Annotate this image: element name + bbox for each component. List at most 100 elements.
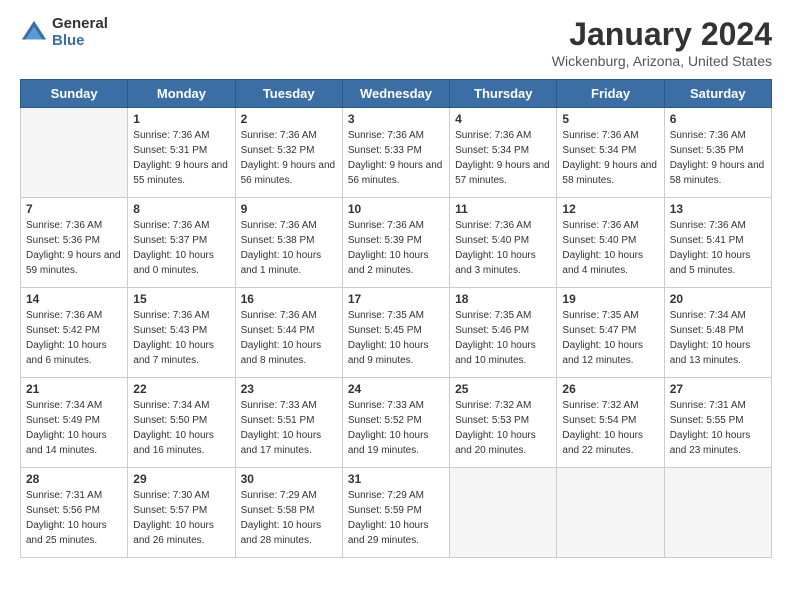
day-number: 12 — [562, 202, 658, 216]
daylight-label: Daylight: 10 hours and 14 minutes. — [26, 430, 107, 456]
day-info: Sunrise: 7:35 AMSunset: 5:47 PMDaylight:… — [562, 308, 658, 368]
calendar-cell: 15Sunrise: 7:36 AMSunset: 5:43 PMDayligh… — [128, 288, 235, 378]
col-sunday: Sunday — [21, 80, 128, 108]
sunset-label: Sunset: 5:32 PM — [241, 145, 315, 156]
day-number: 11 — [455, 202, 551, 216]
sunset-label: Sunset: 5:34 PM — [455, 145, 529, 156]
day-number: 16 — [241, 292, 337, 306]
calendar-cell: 1Sunrise: 7:36 AMSunset: 5:31 PMDaylight… — [128, 108, 235, 198]
sunrise-label: Sunrise: 7:31 AM — [26, 490, 102, 501]
sunset-label: Sunset: 5:47 PM — [562, 325, 636, 336]
sunrise-label: Sunrise: 7:31 AM — [670, 400, 746, 411]
sunset-label: Sunset: 5:55 PM — [670, 415, 744, 426]
calendar-cell — [557, 468, 664, 558]
sunset-label: Sunset: 5:39 PM — [348, 235, 422, 246]
day-number: 10 — [348, 202, 444, 216]
calendar-cell: 27Sunrise: 7:31 AMSunset: 5:55 PMDayligh… — [664, 378, 771, 468]
col-friday: Friday — [557, 80, 664, 108]
day-info: Sunrise: 7:29 AMSunset: 5:59 PMDaylight:… — [348, 488, 444, 548]
sunrise-label: Sunrise: 7:34 AM — [133, 400, 209, 411]
sunrise-label: Sunrise: 7:36 AM — [348, 220, 424, 231]
calendar-cell: 30 Sunrise: 7:29 AMSunset: 5:58 PMDayligh… — [235, 468, 342, 558]
day-number: 28 — [26, 472, 122, 486]
day-number: 30 — [241, 472, 337, 486]
day-info: Sunrise: 7:32 AMSunset: 5:53 PMDaylight:… — [455, 398, 551, 458]
day-number: 13 — [670, 202, 766, 216]
sunset-label: Sunset: 5:48 PM — [670, 325, 744, 336]
daylight-label: Daylight: 10 hours and 6 minutes. — [26, 340, 107, 366]
daylight-label: Daylight: 10 hours and 8 minutes. — [241, 340, 322, 366]
day-info: Sunrise: 7:35 AMSunset: 5:46 PMDaylight:… — [455, 308, 551, 368]
sunrise-label: Sunrise: 7:34 AM — [670, 310, 746, 321]
sunset-label: Sunset: 5:33 PM — [348, 145, 422, 156]
sunset-label: Sunset: 5:35 PM — [670, 145, 744, 156]
daylight-label: Daylight: 9 hours and 57 minutes. — [455, 160, 550, 186]
day-info: Sunrise: 7:36 AMSunset: 5:40 PMDaylight:… — [455, 218, 551, 278]
sunrise-label: Sunrise: 7:36 AM — [455, 130, 531, 141]
sunrise-label: Sunrise: 7:36 AM — [241, 310, 317, 321]
day-info: Sunrise: 7:36 AMSunset: 5:43 PMDaylight:… — [133, 308, 229, 368]
daylight-label: Daylight: 10 hours and 5 minutes. — [670, 250, 751, 276]
sunset-label: Sunset: 5:37 PM — [133, 235, 207, 246]
day-number: 23 — [241, 382, 337, 396]
daylight-label: Daylight: 10 hours and 1 minute. — [241, 250, 322, 276]
day-info: Sunrise: 7:35 AMSunset: 5:45 PMDaylight:… — [348, 308, 444, 368]
calendar-cell — [450, 468, 557, 558]
calendar-cell: 24Sunrise: 7:33 AMSunset: 5:52 PMDayligh… — [342, 378, 449, 468]
day-info: Sunrise: 7:36 AMSunset: 5:32 PMDaylight:… — [241, 128, 337, 188]
calendar-cell: 2Sunrise: 7:36 AMSunset: 5:32 PMDaylight… — [235, 108, 342, 198]
sunrise-label: Sunrise: 7:33 AM — [241, 400, 317, 411]
calendar-cell: 22Sunrise: 7:34 AMSunset: 5:50 PMDayligh… — [128, 378, 235, 468]
week-row-1: 7Sunrise: 7:36 AMSunset: 5:36 PMDaylight… — [21, 198, 772, 288]
sunset-label: Sunset: 5:50 PM — [133, 415, 207, 426]
week-row-4: 28 Sunrise: 7:31 AM Sunset: 5:56 PM Dayligh… — [21, 468, 772, 558]
daylight-label: Daylight: 10 hours and 2 minutes. — [348, 250, 429, 276]
sunset-label: Sunset: 5:56 PM — [26, 505, 100, 516]
daylight-label: Daylight: 9 hours and 56 minutes. — [348, 160, 443, 186]
day-info: Sunrise: 7:36 AMSunset: 5:35 PMDaylight:… — [670, 128, 766, 188]
sunrise-label: Sunrise: 7:36 AM — [455, 220, 531, 231]
sunrise-label: Sunrise: 7:34 AM — [26, 400, 102, 411]
day-number: 9 — [241, 202, 337, 216]
logo-text: General Blue — [52, 16, 108, 49]
sunrise-label: Sunrise: 7:35 AM — [455, 310, 531, 321]
logo: General Blue — [20, 16, 108, 49]
sunset-label: Sunset: 5:31 PM — [133, 145, 207, 156]
calendar-cell: 25Sunrise: 7:32 AMSunset: 5:53 PMDayligh… — [450, 378, 557, 468]
sunrise-label: Sunrise: 7:36 AM — [26, 220, 102, 231]
daylight-label: Daylight: 10 hours and 19 minutes. — [348, 430, 429, 456]
sunrise-label: Sunrise: 7:30 AM — [133, 490, 209, 501]
day-info: Sunrise: 7:31 AMSunset: 5:56 PMDaylight:… — [26, 488, 122, 548]
calendar-cell: 18 Sunrise: 7:35 AMSunset: 5:46 PMDayligh… — [450, 288, 557, 378]
daylight-label: Daylight: 9 hours and 55 minutes. — [133, 160, 228, 186]
daylight-label: Daylight: 10 hours and 10 minutes. — [455, 340, 536, 366]
daylight-label: Daylight: 10 hours and 17 minutes. — [241, 430, 322, 456]
logo-general-text: General — [52, 16, 108, 33]
day-info: Sunrise: 7:36 AMSunset: 5:41 PMDaylight:… — [670, 218, 766, 278]
day-number: 20 — [670, 292, 766, 306]
day-info: Sunrise: 7:36 AMSunset: 5:42 PMDaylight:… — [26, 308, 122, 368]
page-header: General Blue January 2024 Wickenburg, Ar… — [20, 16, 772, 69]
day-number: 29 — [133, 472, 229, 486]
sunrise-label: Sunrise: 7:29 AM — [348, 490, 424, 501]
day-info: Sunrise: 7:36 AMSunset: 5:44 PMDaylight:… — [241, 308, 337, 368]
location-subtitle: Wickenburg, Arizona, United States — [552, 53, 772, 69]
sunrise-label: Sunrise: 7:36 AM — [348, 130, 424, 141]
daylight-label: Daylight: 9 hours and 56 minutes. — [241, 160, 336, 186]
daylight-label: Daylight: 9 hours and 58 minutes. — [562, 160, 657, 186]
daylight-label: Daylight: 10 hours and 29 minutes. — [348, 520, 429, 546]
calendar-cell: 13 Sunrise: 7:36 AMSunset: 5:41 PMDayligh… — [664, 198, 771, 288]
calendar-cell — [21, 108, 128, 198]
day-info: Sunrise: 7:36 AMSunset: 5:36 PMDaylight:… — [26, 218, 122, 278]
day-number: 18 — [455, 292, 551, 306]
calendar-cell: 7Sunrise: 7:36 AMSunset: 5:36 PMDaylight… — [21, 198, 128, 288]
day-info: Sunrise: 7:36 AMSunset: 5:34 PMDaylight:… — [562, 128, 658, 188]
daylight-label: Daylight: 10 hours and 28 minutes. — [241, 520, 322, 546]
calendar-cell: 29Sunrise: 7:30 AMSunset: 5:57 PMDayligh… — [128, 468, 235, 558]
col-monday: Monday — [128, 80, 235, 108]
calendar-cell: 26Sunrise: 7:32 AMSunset: 5:54 PMDayligh… — [557, 378, 664, 468]
calendar-cell: 19Sunrise: 7:35 AMSunset: 5:47 PMDayligh… — [557, 288, 664, 378]
day-info: Sunrise: 7:29 AMSunset: 5:58 PMDaylight:… — [241, 488, 337, 548]
week-row-2: 14Sunrise: 7:36 AMSunset: 5:42 PMDayligh… — [21, 288, 772, 378]
col-tuesday: Tuesday — [235, 80, 342, 108]
